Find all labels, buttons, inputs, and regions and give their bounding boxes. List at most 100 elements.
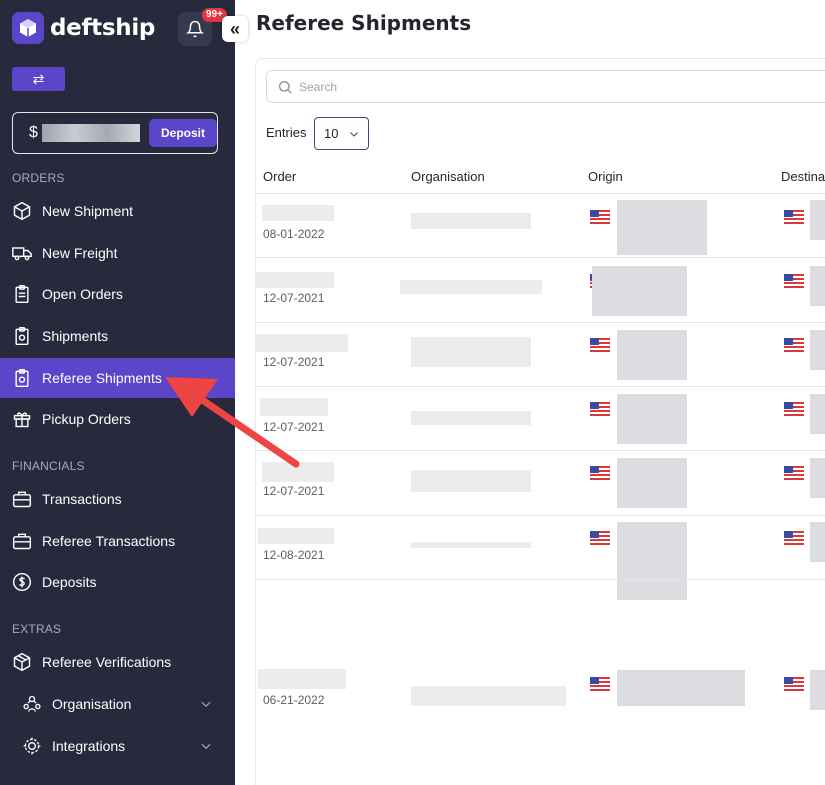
app-name: deftship: [50, 15, 156, 41]
origin-redacted: [592, 266, 687, 316]
order-date: 12-07-2021: [263, 355, 325, 369]
bell-icon: [186, 20, 204, 38]
section-orders: ORDERS: [12, 171, 65, 185]
sidebar-item-label: Referee Verifications: [42, 654, 172, 670]
sidebar-item-label: New Shipment: [42, 203, 134, 219]
row-divider: [256, 257, 825, 258]
organisation-redacted: [411, 337, 531, 367]
sidebar-item-integrations[interactable]: Integrations: [0, 726, 235, 766]
search-placeholder: Search: [299, 79, 338, 94]
sidebar-item-organisation[interactable]: Organisation: [0, 684, 235, 724]
double-chevron-left-icon: «: [229, 18, 240, 39]
app-logo[interactable]: deftship: [12, 12, 155, 44]
destination-redacted: [810, 394, 825, 434]
entries-select[interactable]: 10: [314, 117, 369, 150]
order-id-redacted: [262, 205, 334, 221]
section-extras: EXTRAS: [12, 622, 62, 636]
order-date: 12-07-2021: [263, 484, 325, 498]
sidebar-item-new-freight[interactable]: New Freight: [0, 233, 235, 273]
us-flag-icon: [590, 677, 610, 691]
order-id-redacted: [256, 334, 348, 352]
order-date: 12-08-2021: [263, 548, 325, 562]
dollar-icon: [12, 572, 32, 592]
sidebar-item-transactions[interactable]: Transactions: [0, 479, 235, 519]
organisation-redacted: [411, 470, 531, 492]
column-header-destination[interactable]: Destina: [781, 169, 825, 184]
puzzle-icon: [22, 736, 42, 756]
sidebar-item-label: Integrations: [52, 738, 126, 754]
sidebar-item-shipments[interactable]: Shipments: [0, 316, 235, 356]
sidebar-item-referee-shipments[interactable]: Referee Shipments: [0, 358, 235, 398]
row-divider: [256, 386, 825, 387]
destination-redacted: [810, 330, 825, 370]
switch-account-button[interactable]: ⇄: [12, 67, 65, 91]
organisation-redacted: [411, 542, 531, 548]
destination-redacted: [810, 670, 825, 710]
sidebar-item-deposits[interactable]: Deposits: [0, 562, 235, 602]
clipboard-check-icon: [12, 368, 32, 388]
sidebar-item-label: Deposits: [42, 574, 97, 590]
entries-label: Entries: [266, 125, 307, 140]
sidebar-item-open-orders[interactable]: Open Orders: [0, 274, 235, 314]
origin-redacted: [617, 394, 687, 444]
users-icon: [22, 694, 42, 714]
destination-redacted: [810, 200, 825, 240]
briefcase-icon: [12, 531, 32, 551]
destination-redacted: [810, 522, 825, 562]
briefcase-icon: [12, 489, 32, 509]
sidebar-item-new-shipment[interactable]: New Shipment: [0, 191, 235, 231]
us-flag-icon: [784, 338, 804, 352]
balance-amount-redacted: [41, 124, 140, 142]
sidebar-item-label: Referee Transactions: [42, 533, 176, 549]
sidebar-item-referee-verifications[interactable]: Referee Verifications: [0, 642, 235, 682]
origin-redacted: [617, 330, 687, 380]
row-divider: [256, 322, 825, 323]
column-header-origin[interactable]: Origin: [588, 169, 623, 184]
truck-icon: [12, 243, 32, 263]
us-flag-icon: [784, 466, 804, 480]
row-divider: [256, 579, 825, 580]
search-input[interactable]: Search: [266, 70, 825, 103]
us-flag-icon: [590, 531, 610, 545]
origin-redacted: [617, 200, 707, 255]
column-header-order[interactable]: Order: [263, 169, 296, 184]
sidebar-item-pickup-orders[interactable]: Pickup Orders: [0, 399, 235, 439]
row-divider: [256, 450, 825, 451]
deposit-button[interactable]: Deposit: [148, 119, 217, 147]
page-title: Referee Shipments: [256, 11, 472, 35]
order-date: 12-07-2021: [263, 291, 325, 305]
clipboard-icon: [12, 284, 32, 304]
section-financials: FINANCIALS: [12, 459, 85, 473]
sidebar-item-label: Transactions: [42, 491, 122, 507]
order-date: 08-01-2022: [263, 227, 325, 241]
gift-box-icon: [12, 409, 32, 429]
order-id-redacted: [260, 398, 328, 416]
order-id-redacted: [262, 462, 334, 482]
organisation-redacted: [411, 213, 531, 229]
swap-arrows-icon: ⇄: [32, 70, 45, 87]
us-flag-icon: [590, 210, 610, 224]
us-flag-icon: [590, 402, 610, 416]
collapse-sidebar-button[interactable]: «: [222, 16, 248, 42]
package-check-icon: [12, 652, 32, 672]
us-flag-icon: [784, 677, 804, 691]
search-icon: [279, 80, 292, 93]
sidebar-item-label: Open Orders: [42, 286, 123, 302]
header-divider: [256, 193, 825, 194]
entries-value: 10: [324, 126, 339, 141]
sidebar: deftship 99+ ⇄ $ Deposit ORDERS New Ship…: [0, 0, 235, 785]
order-id-redacted: [258, 528, 334, 544]
column-header-organisation[interactable]: Organisation: [411, 169, 485, 184]
sidebar-item-label: Referee Shipments: [42, 370, 162, 386]
sidebar-item-label: New Freight: [42, 245, 118, 261]
sidebar-item-referee-transactions[interactable]: Referee Transactions: [0, 521, 235, 561]
chevron-down-icon: [201, 701, 211, 708]
origin-redacted: [617, 670, 745, 706]
origin-redacted: [617, 458, 687, 508]
sidebar-item-label: Shipments: [42, 328, 109, 344]
us-flag-icon: [590, 338, 610, 352]
balance-box: $ Deposit: [12, 112, 218, 154]
origin-redacted: [617, 522, 687, 600]
box-icon: [12, 201, 32, 221]
us-flag-icon: [784, 274, 804, 288]
